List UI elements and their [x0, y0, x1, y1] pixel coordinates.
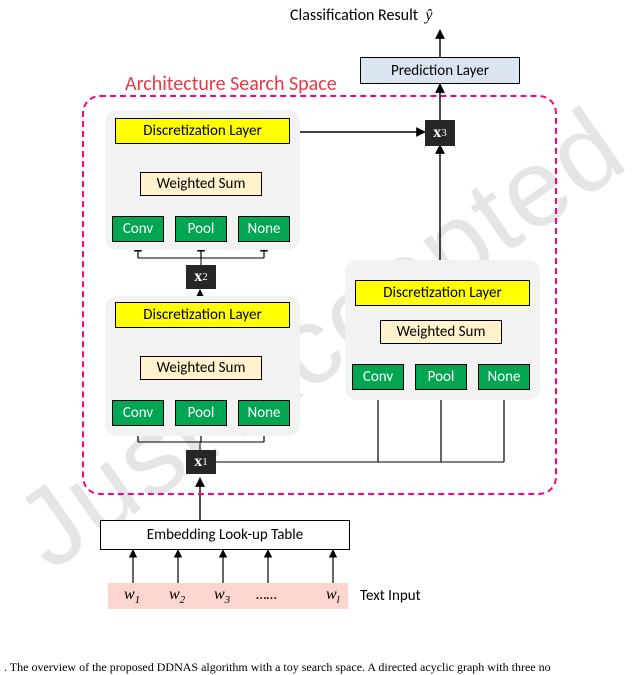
op-pool-b: Pool: [175, 400, 227, 426]
op-pool-a: Pool: [175, 216, 227, 242]
node-x2: x2: [186, 265, 216, 289]
op-conv-a: Conv: [112, 216, 164, 242]
figure-caption: . The overview of the proposed DDNAS alg…: [0, 658, 640, 675]
node-x1: x1: [186, 450, 216, 474]
op-conv-c: Conv: [352, 364, 404, 390]
embedding-block: Embedding Look-up Table: [100, 520, 350, 550]
token-dots: ……: [256, 586, 277, 604]
token-wl: wl: [326, 586, 340, 606]
discretization-b: Discretization Layer: [115, 302, 290, 328]
discretization-c: Discretization Layer: [355, 280, 530, 306]
classification-result-label: Classification Result ŷ: [290, 6, 432, 25]
op-pool-c: Pool: [415, 364, 467, 390]
op-none-a: None: [238, 216, 290, 242]
token-w3: w3: [214, 586, 230, 606]
op-none-b: None: [238, 400, 290, 426]
text-input-label: Text Input: [360, 587, 421, 605]
token-w1: w1: [124, 586, 140, 606]
prediction-layer-block: Prediction Layer: [360, 57, 520, 84]
discretization-a: Discretization Layer: [115, 118, 290, 144]
weighted-sum-c: Weighted Sum: [380, 320, 502, 344]
op-conv-b: Conv: [112, 400, 164, 426]
op-none-c: None: [478, 364, 530, 390]
node-x3: x3: [425, 120, 455, 146]
token-w2: w2: [169, 586, 185, 606]
search-space-title: Architecture Search Space: [125, 72, 337, 96]
weighted-sum-b: Weighted Sum: [140, 356, 262, 380]
weighted-sum-a: Weighted Sum: [140, 172, 262, 196]
